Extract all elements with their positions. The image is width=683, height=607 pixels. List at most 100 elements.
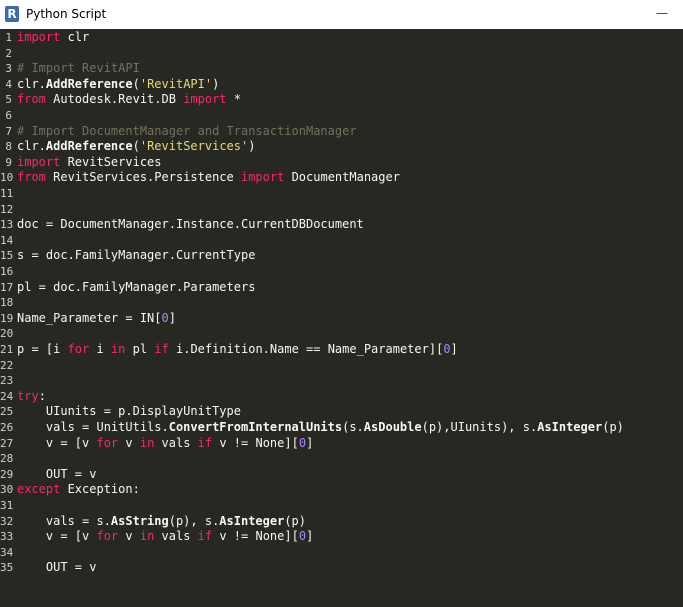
code-token: Name_Parameter = IN[ <box>17 310 162 325</box>
line-number: 22 <box>0 358 14 372</box>
code-line[interactable]: 32 vals = s.AsString(p), s.AsInteger(p) <box>0 514 683 530</box>
code-line[interactable]: 13 doc = DocumentManager.Instance.Current… <box>0 217 683 233</box>
line-number: 2 <box>5 46 12 60</box>
code-token: for <box>67 342 90 356</box>
code-line[interactable]: 4 clr.AddReference('RevitAPI') <box>0 77 683 93</box>
code-line[interactable]: 30 except Exception: <box>0 482 683 498</box>
code-token: Exception: <box>60 482 140 497</box>
code-token: v = [v <box>17 435 97 450</box>
code-line[interactable]: 10 from RevitServices.Persistence import … <box>0 170 683 186</box>
code-editor[interactable]: 1 import clr 2 3 # Import RevitAPI 4 clr.AddRe… <box>0 29 683 607</box>
code-token: try <box>17 388 39 403</box>
code-line[interactable]: 14 <box>0 233 683 249</box>
code-token: except <box>17 482 61 497</box>
code-token: if <box>197 435 213 450</box>
code-token: import <box>17 30 61 44</box>
line-number: 34 <box>0 545 14 559</box>
code-line[interactable]: 19 Name_Parameter = IN[0] <box>0 311 683 327</box>
code-token: v <box>118 435 140 450</box>
code-token: import <box>17 154 61 169</box>
code-line[interactable]: 15 s = doc.FamilyManager.CurrentType <box>0 248 683 264</box>
code-line[interactable]: 31 <box>0 498 683 514</box>
code-token: ) <box>212 76 220 91</box>
line-number: 26 <box>0 421 14 434</box>
code-token: s = doc.FamilyManager.CurrentType <box>17 248 256 263</box>
line-number: 3 <box>5 62 12 76</box>
code-line[interactable]: 6 <box>0 108 683 124</box>
code-token: 'RevitAPI' <box>139 76 213 91</box>
code-line[interactable]: 5 from Autodesk.Revit.DB import * <box>0 92 683 108</box>
code-line[interactable]: 20 <box>0 326 683 342</box>
code-line[interactable]: 18 <box>0 295 683 311</box>
line-number: 4 <box>5 77 12 91</box>
code-line[interactable]: 21 p = [i for i in pl if i.Definition.Nam… <box>0 342 683 358</box>
code-token: 'RevitServices' <box>139 139 249 154</box>
code-line[interactable]: 11 <box>0 186 683 202</box>
code-line[interactable]: 8 clr.AddReference('RevitServices') <box>0 139 683 155</box>
code-line[interactable]: 34 <box>0 545 683 561</box>
code-token: from <box>17 170 46 185</box>
line-number: 33 <box>0 530 14 544</box>
code-token: import <box>183 92 227 107</box>
code-token: v <box>118 529 140 544</box>
code-line[interactable]: 33 v = [v for v in vals if v != None][0] <box>0 529 683 545</box>
minimize-button[interactable]: — <box>655 6 669 20</box>
line-number: 32 <box>0 514 14 528</box>
line-number: 25 <box>0 405 14 419</box>
code-line[interactable]: 29 OUT = v <box>0 467 683 483</box>
line-number: 20 <box>0 327 14 341</box>
code-token: pl <box>125 342 155 356</box>
code-token: AsString <box>110 513 169 528</box>
code-token: AsInteger <box>537 420 603 434</box>
code-token: clr <box>60 30 90 44</box>
code-token: DocumentManager <box>284 170 400 185</box>
code-line[interactable]: 12 <box>0 202 683 218</box>
code-token: in <box>110 342 126 356</box>
line-number: 19 <box>0 311 14 325</box>
code-token: OUT = v <box>17 466 97 481</box>
code-token: i.Definition.Name == Name_Parameter][ <box>168 342 444 356</box>
code-line[interactable]: 3 # Import RevitAPI <box>0 61 683 77</box>
line-number: 13 <box>0 218 14 232</box>
line-number: 11 <box>0 187 14 200</box>
code-line[interactable]: 35 OUT = v <box>0 560 683 576</box>
code-token: from <box>17 92 46 107</box>
line-number: 8 <box>5 140 12 154</box>
code-line[interactable]: 24 try: <box>0 389 683 405</box>
code-token: ] <box>306 435 314 450</box>
code-token: pl = doc.FamilyManager.Parameters <box>17 279 256 294</box>
code-token: OUT = v <box>17 560 97 575</box>
code-line[interactable]: 2 <box>0 46 683 62</box>
code-line[interactable]: 1 import clr <box>0 30 683 46</box>
code-line[interactable]: 22 <box>0 358 683 374</box>
code-line[interactable]: 16 <box>0 264 683 280</box>
line-number: 28 <box>0 452 14 466</box>
code-token: AddReference <box>45 139 133 154</box>
code-token: 0 <box>298 529 307 544</box>
code-token: 0 <box>161 310 169 325</box>
code-token: in <box>139 435 155 450</box>
code-line[interactable]: 27 v = [v for v in vals if v != None][0] <box>0 436 683 452</box>
code-line[interactable]: 28 <box>0 451 683 467</box>
code-token: vals <box>154 435 198 450</box>
line-number: 1 <box>5 31 12 44</box>
line-number: 10 <box>0 171 14 185</box>
code-token: for <box>96 435 119 450</box>
code-token: (p) <box>284 513 307 528</box>
code-token: if <box>197 529 213 544</box>
line-number: 27 <box>0 436 14 450</box>
code-token: vals <box>154 529 198 544</box>
code-line[interactable]: 9 import RevitServices <box>0 155 683 171</box>
code-token: AddReference <box>45 76 133 91</box>
code-line[interactable]: 17 pl = doc.FamilyManager.Parameters <box>0 280 683 296</box>
code-line[interactable]: 23 <box>0 373 683 389</box>
code-line[interactable]: 25 UIunits = p.DisplayUnitType <box>0 404 683 420</box>
code-token: AsInteger <box>219 513 285 528</box>
code-token: (p),UIunits), s. <box>421 420 538 434</box>
code-token: doc = DocumentManager.Instance.CurrentDB… <box>17 217 364 232</box>
line-number: 6 <box>5 109 12 122</box>
line-number: 30 <box>0 483 14 497</box>
code-line[interactable]: 26 vals = UnitUtils.ConvertFromInternalU… <box>0 420 683 436</box>
code-token: vals = s. <box>17 513 111 528</box>
code-line[interactable]: 7 # Import DocumentManager and Transactio… <box>0 124 683 140</box>
